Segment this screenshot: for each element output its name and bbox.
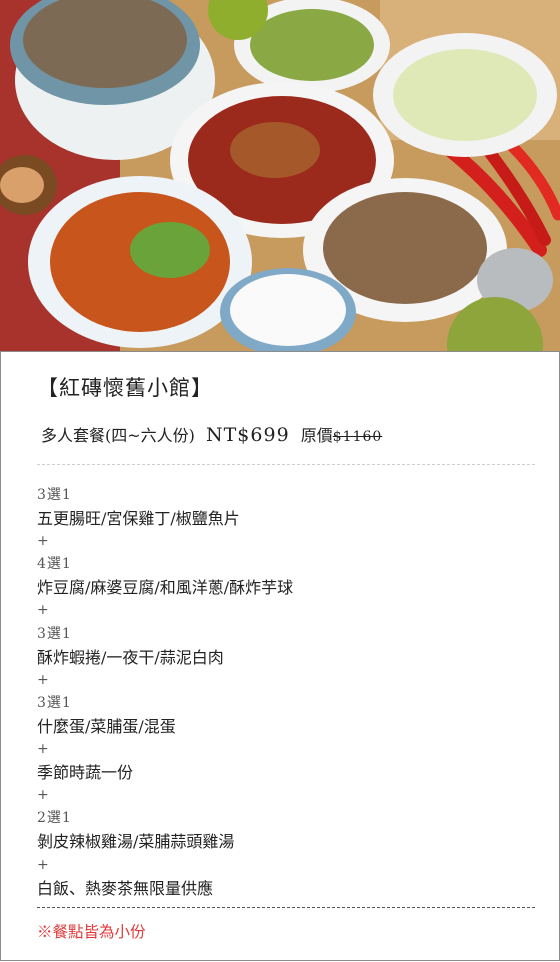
menu-choice-label: 3選1 — [37, 694, 72, 711]
menu-choice-label: 4選1 — [37, 556, 72, 573]
menu-list: 3選1 五更腸旺/宮保雞丁/椒鹽魚片 + 4選1 炸豆腐/麻婆豆腐/和風洋蔥/酥… — [37, 484, 537, 900]
original-price-label: 原價 — [300, 426, 333, 445]
divider — [37, 464, 535, 465]
menu-dishes: 剝皮辣椒雞湯/菜脯蒜頭雞湯 — [37, 832, 235, 852]
portion-note: ※餐點皆為小份 — [37, 923, 146, 941]
menu-choice-label: 2選1 — [37, 810, 72, 827]
menu-dishes: 炸豆腐/麻婆豆腐/和風洋蔥/酥炸芋球 — [37, 578, 294, 598]
menu-choice-label: 3選1 — [37, 625, 72, 642]
plus-separator: + — [37, 787, 50, 804]
set-price: NT$699 — [206, 424, 290, 446]
menu-card: 【紅磚懷舊小館】 多人套餐(四~六人份) NT$699 原價$1160 3選1 … — [0, 351, 560, 961]
menu-dishes: 白飯、熱麥茶無限量供應 — [37, 878, 214, 898]
restaurant-title: 【紅磚懷舊小館】 — [37, 376, 213, 400]
menu-dishes: 什麼蛋/菜脯蛋/混蛋 — [37, 716, 176, 736]
plus-separator: + — [37, 533, 50, 550]
food-photo — [0, 0, 560, 352]
plus-separator: + — [37, 671, 50, 688]
menu-dishes: 酥炸蝦捲/一夜干/蒜泥白肉 — [37, 647, 224, 667]
set-meal-info: 多人套餐(四~六人份) NT$699 原價$1160 — [41, 422, 382, 446]
plus-separator: + — [37, 602, 50, 619]
set-name: 多人套餐(四~六人份) — [41, 426, 195, 445]
menu-dishes: 五更腸旺/宮保雞丁/椒鹽魚片 — [37, 509, 240, 529]
menu-choice-label: 3選1 — [37, 487, 72, 503]
divider — [37, 907, 535, 908]
menu-dishes: 季節時蔬一份 — [37, 763, 134, 783]
plus-separator: + — [37, 856, 50, 873]
original-price: $1160 — [332, 429, 383, 445]
plus-separator: + — [37, 741, 50, 758]
